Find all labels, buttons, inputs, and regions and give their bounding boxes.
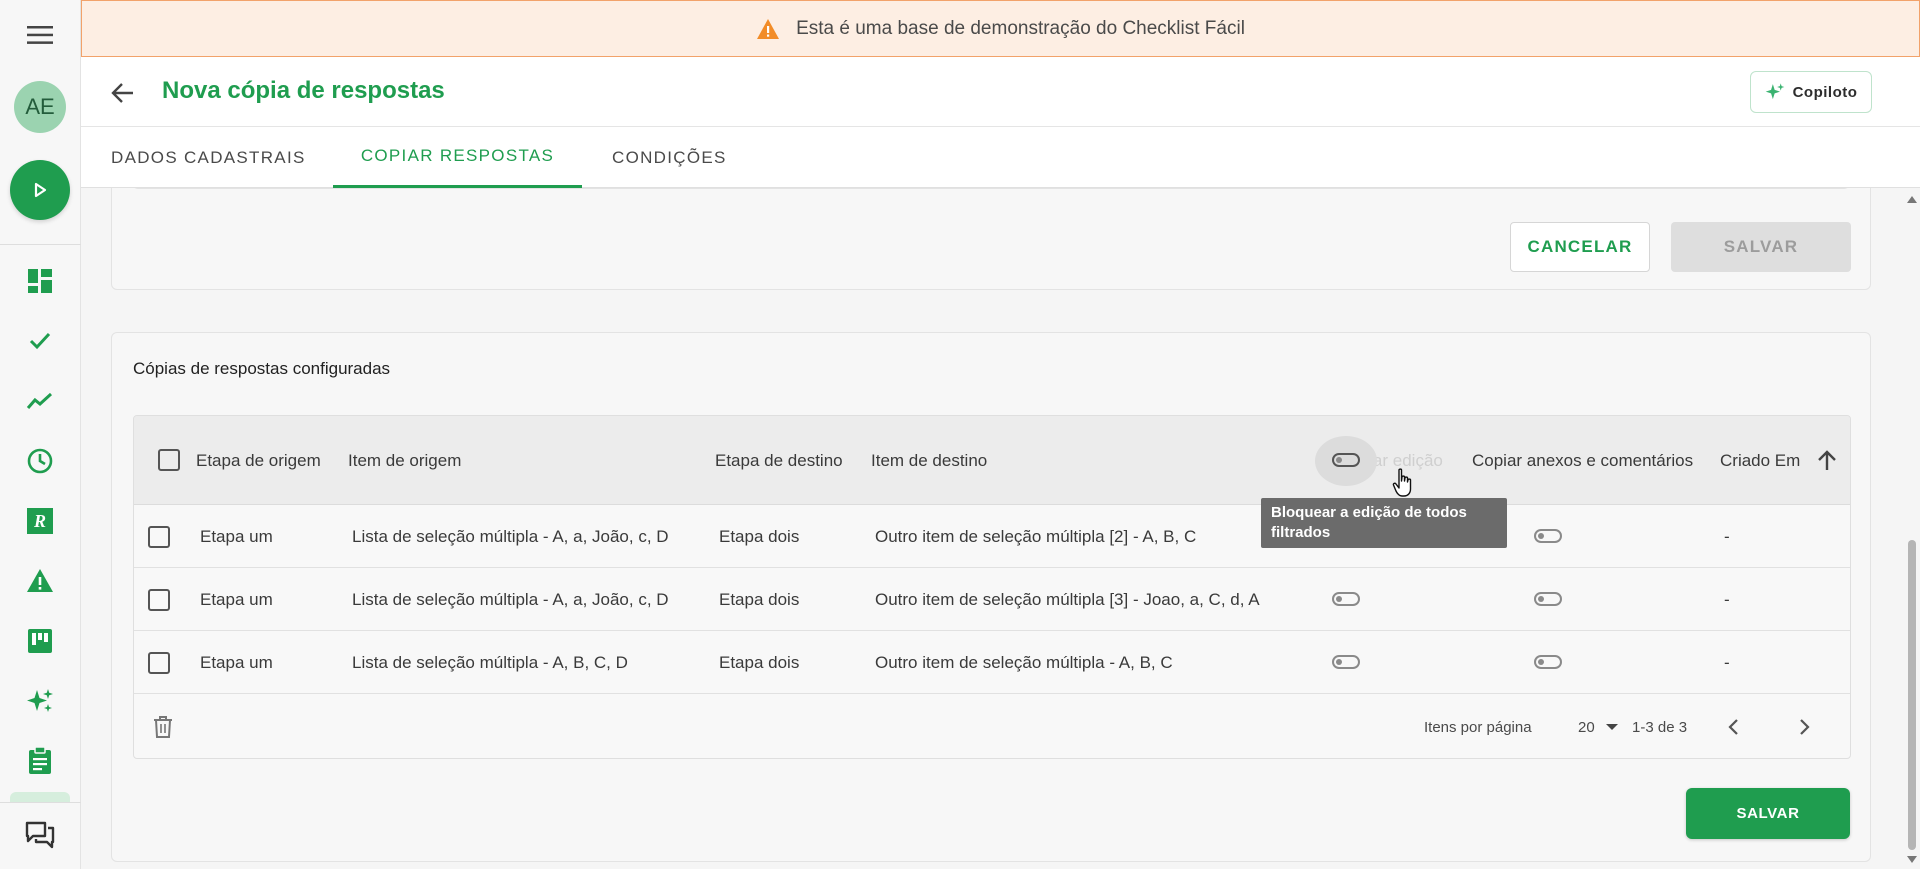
row-checkbox[interactable] <box>148 652 170 674</box>
cell-target-item: Outro item de seleção múltipla [3] - Joa… <box>875 589 1260 609</box>
configured-copies-title: Cópias de respostas configuradas <box>133 359 391 378</box>
cell-source-item: Lista de seleção múltipla - A, B, C, D <box>352 652 628 672</box>
copies-table: Etapa de origem Item de origem Etapa de … <box>133 415 1851 759</box>
tab-condicoes[interactable]: CONDIÇÕES <box>612 127 727 188</box>
page-title: Nova cópia de respostas <box>162 77 445 104</box>
sparkles-icon[interactable] <box>20 681 60 721</box>
checkmark-icon[interactable] <box>20 321 60 361</box>
cell-source-stage: Etapa um <box>200 526 273 546</box>
tab-label: CONDIÇÕES <box>612 147 727 167</box>
items-per-page-label: Itens por página <box>1424 718 1532 736</box>
play-icon <box>34 182 47 198</box>
r-badge-icon[interactable]: R <box>20 501 60 541</box>
sort-arrow-up-icon[interactable] <box>1815 449 1839 473</box>
chat-icon[interactable] <box>20 815 60 855</box>
next-page-icon[interactable] <box>1794 717 1814 737</box>
cell-target-stage: Etapa dois <box>719 589 800 609</box>
tab-label: COPIAR RESPOSTAS <box>360 146 555 165</box>
select-all-checkbox[interactable] <box>158 449 180 471</box>
banner-text: Esta é uma base de demonstração do Check… <box>796 17 1245 39</box>
scroll-up-icon[interactable] <box>1906 194 1918 204</box>
copy-attachments-toggle[interactable] <box>1534 529 1562 543</box>
column-target-stage[interactable]: Etapa de destino <box>715 416 843 505</box>
block-edit-toggle[interactable] <box>1332 592 1360 606</box>
cell-source-stage: Etapa um <box>200 652 273 672</box>
copilot-label: Copiloto <box>1792 83 1858 101</box>
form-section-edge <box>132 188 1850 189</box>
back-arrow-icon[interactable] <box>109 79 137 107</box>
cell-source-item: Lista de seleção múltipla - A, a, João, … <box>352 526 669 546</box>
main-content: CANCELAR SALVAR Cópias de respostas conf… <box>81 188 1911 869</box>
save-button[interactable]: SALVAR <box>1686 788 1850 839</box>
tab-copiar-respostas[interactable]: COPIAR RESPOSTAS <box>333 127 582 188</box>
tab-bar: DADOS CADASTRAIS COPIAR RESPOSTAS CONDIÇ… <box>81 127 1920 188</box>
sidebar-divider <box>0 802 81 803</box>
column-source-stage[interactable]: Etapa de origem <box>196 416 321 505</box>
save-label: SALVAR <box>1723 237 1799 256</box>
cell-target-stage: Etapa dois <box>719 526 800 546</box>
avatar[interactable]: AE <box>14 81 66 133</box>
table-row: Etapa um Lista de seleção múltipla - A, … <box>134 568 1850 631</box>
alert-icon[interactable] <box>20 561 60 601</box>
sparkles-icon <box>1765 83 1784 100</box>
scroll-down-icon[interactable] <box>1906 855 1918 865</box>
cell-created-at: - <box>1724 652 1730 672</box>
copy-attachments-toggle[interactable] <box>1534 592 1562 606</box>
column-copy-attachments[interactable]: Copiar anexos e comentários <box>1472 416 1693 505</box>
block-edit-toggle[interactable] <box>1332 655 1360 669</box>
trash-icon[interactable] <box>153 715 175 739</box>
cell-source-item: Lista de seleção múltipla - A, a, João, … <box>352 589 669 609</box>
save-button-disabled[interactable]: SALVAR <box>1671 222 1851 272</box>
cell-target-item: Outro item de seleção múltipla [2] - A, … <box>875 526 1197 546</box>
copy-attachments-toggle[interactable] <box>1534 655 1562 669</box>
cell-target-stage: Etapa dois <box>719 652 800 672</box>
clock-icon[interactable] <box>20 441 60 481</box>
clipboard-icon[interactable] <box>20 741 60 781</box>
cell-source-stage: Etapa um <box>200 589 273 609</box>
items-per-page-value: 20 <box>1578 718 1595 736</box>
dashboard-icon[interactable] <box>20 261 60 301</box>
sidebar: AE R <box>0 0 81 869</box>
pagination-range: 1-3 de 3 <box>1632 718 1688 736</box>
scrollbar-thumb[interactable] <box>1908 540 1916 850</box>
column-target-item[interactable]: Item de destino <box>871 416 987 505</box>
page-header: Nova cópia de respostas Copiloto <box>81 57 1920 127</box>
warning-icon <box>757 18 780 39</box>
table-row: Etapa um Lista de seleção múltipla - A, … <box>134 505 1850 568</box>
hand-cursor-icon <box>1392 468 1414 498</box>
avatar-initials: AE <box>25 94 55 119</box>
hamburger-menu-icon[interactable] <box>20 15 60 55</box>
cell-created-at: - <box>1724 526 1730 546</box>
copilot-button[interactable]: Copiloto <box>1750 71 1872 113</box>
tab-label: DADOS CADASTRAIS <box>111 147 306 167</box>
tab-dados-cadastrais[interactable]: DADOS CADASTRAIS <box>111 127 306 188</box>
cell-target-item: Outro item de seleção múltipla - A, B, C <box>875 652 1173 672</box>
kanban-icon[interactable] <box>20 621 60 661</box>
cancel-button[interactable]: CANCELAR <box>1510 222 1650 272</box>
table-header: Etapa de origem Item de origem Etapa de … <box>134 416 1850 505</box>
cancel-label: CANCELAR <box>1527 237 1633 256</box>
cell-created-at: - <box>1724 589 1730 609</box>
row-checkbox[interactable] <box>148 589 170 611</box>
play-button[interactable] <box>10 160 70 220</box>
column-source-item[interactable]: Item de origem <box>348 416 461 505</box>
demo-banner: Esta é uma base de demonstração do Check… <box>81 0 1920 57</box>
row-checkbox[interactable] <box>148 526 170 548</box>
trending-icon[interactable] <box>20 381 60 421</box>
sidebar-divider <box>0 244 81 245</box>
page-scrollbar[interactable] <box>1903 188 1920 869</box>
dropdown-caret-icon <box>1605 724 1618 730</box>
block-all-toggle[interactable] <box>1332 453 1360 467</box>
save-label: SALVAR <box>1736 805 1800 822</box>
items-per-page-select[interactable]: 20 <box>1578 695 1619 758</box>
sidebar-active-indicator <box>10 792 70 802</box>
configured-copies-card: Cópias de respostas configuradas Etapa d… <box>111 332 1871 862</box>
svg-text:R: R <box>33 511 46 531</box>
table-footer: Itens por página 20 1-3 de 3 <box>134 695 1850 758</box>
column-created-at[interactable]: Criado Em <box>1720 416 1800 505</box>
previous-page-icon[interactable] <box>1724 717 1744 737</box>
copy-form-card: CANCELAR SALVAR <box>111 188 1871 290</box>
block-all-tooltip: Bloquear a edição de todos filtrados <box>1261 498 1507 548</box>
table-row: Etapa um Lista de seleção múltipla - A, … <box>134 631 1850 694</box>
